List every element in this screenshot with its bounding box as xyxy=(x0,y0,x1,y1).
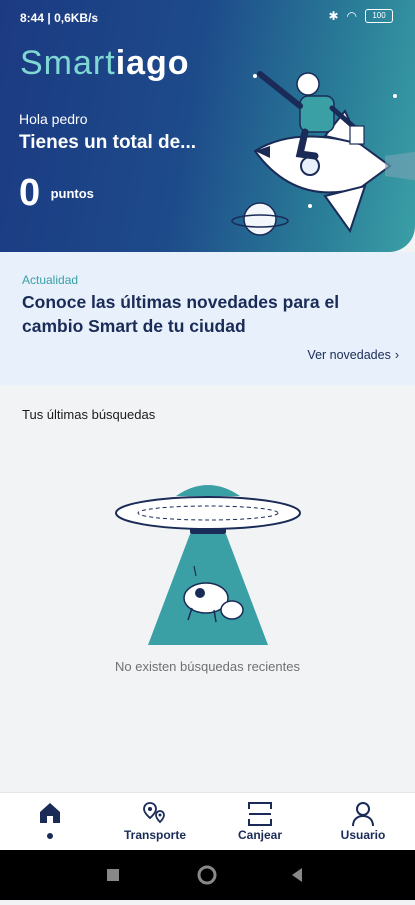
app-logo: Smartiago xyxy=(20,44,190,82)
user-icon xyxy=(352,802,374,827)
planet-icon xyxy=(231,202,289,236)
nav-transporte[interactable]: Transporte xyxy=(105,793,205,851)
points-display: 0 puntos xyxy=(19,172,94,215)
home-icon xyxy=(40,803,60,823)
status-time: 8:44 | 0,6KB/s xyxy=(20,11,99,25)
rocket-illustration xyxy=(231,71,415,236)
nav-transporte-label: Transporte xyxy=(123,828,186,842)
status-icons: ✱ ◠ 100 xyxy=(328,9,393,23)
back-button xyxy=(292,868,302,882)
system-navigation-bar xyxy=(0,850,415,900)
scan-icon xyxy=(248,802,272,826)
system-nav-buttons xyxy=(107,865,302,885)
status-bar: 8:44 | 0,6KB/s ✱ ◠ 100 xyxy=(0,0,415,34)
recent-searches-heading: Tus últimas búsquedas xyxy=(22,407,156,422)
nav-canjear-label: Canjear xyxy=(237,828,283,842)
bottom-navigation: Transporte Canjear Usuario xyxy=(0,792,415,851)
news-card[interactable]: Actualidad Conoce las últimas novedades … xyxy=(0,252,415,385)
nav-home[interactable] xyxy=(0,793,100,851)
see-news-link[interactable]: Ver novedades › xyxy=(307,348,399,362)
route-pins-icon xyxy=(143,802,165,824)
hero-banner: 8:44 | 0,6KB/s ✱ ◠ 100 Smartiago Hola pe… xyxy=(0,0,415,252)
bluetooth-icon: ✱ xyxy=(328,9,339,23)
news-title: Conoce las últimas novedades para el cam… xyxy=(22,292,340,336)
empty-searches-message: No existen búsquedas recientes xyxy=(114,659,300,674)
total-text: Tienes un total de... xyxy=(19,132,197,153)
points-value: 0 xyxy=(19,172,41,214)
active-indicator xyxy=(47,833,53,839)
nav-canjear[interactable]: Canjear xyxy=(210,793,310,851)
greeting: Hola pedro xyxy=(19,111,88,127)
wifi-icon: ◠ xyxy=(346,9,357,23)
news-tag: Actualidad xyxy=(22,273,79,287)
chevron-right-icon: › xyxy=(394,348,399,362)
points-label: puntos xyxy=(50,186,94,201)
ufo-illustration xyxy=(115,485,301,645)
battery-icon: 100 xyxy=(365,9,393,23)
recent-apps-button xyxy=(107,869,119,881)
see-news-label: Ver novedades xyxy=(307,348,391,362)
nav-usuario[interactable]: Usuario xyxy=(313,793,413,851)
home-button xyxy=(197,865,217,885)
nav-usuario-label: Usuario xyxy=(340,828,386,842)
